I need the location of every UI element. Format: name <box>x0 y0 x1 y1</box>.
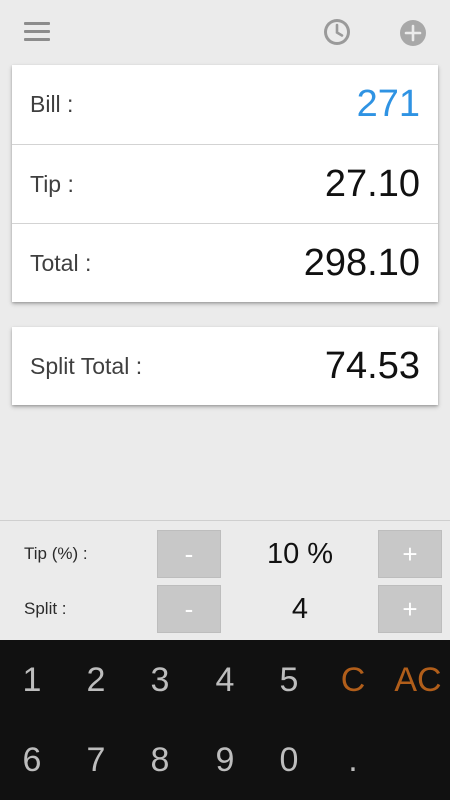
key-9[interactable]: 9 <box>193 720 257 800</box>
split-total-row: Split Total : 74.53 <box>12 327 438 405</box>
adjust-panel: Tip (%) : - 10 % + Split : - 4 + <box>0 520 450 640</box>
tip-label: Tip : <box>30 170 74 197</box>
bill-row[interactable]: Bill : 271 <box>12 65 438 144</box>
split-total-value: 74.53 <box>324 344 420 387</box>
split-count-value: 4 <box>291 592 309 625</box>
tip-increase-button[interactable]: + <box>378 530 442 578</box>
top-toolbar <box>0 0 450 64</box>
summary-card: Bill : 271 Tip : 27.10 Total : 298.10 <box>12 65 438 302</box>
key-6[interactable]: 6 <box>0 720 64 800</box>
total-value: 298.10 <box>303 241 420 284</box>
total-label: Total : <box>30 249 92 276</box>
tip-amount-value: 27.10 <box>324 162 420 205</box>
key-8[interactable]: 8 <box>128 720 192 800</box>
tip-row: Tip : 27.10 <box>12 144 438 223</box>
split-label: Split : <box>24 599 67 618</box>
key-5[interactable]: 5 <box>257 640 321 720</box>
bill-label: Bill : <box>30 91 74 117</box>
split-decrease-button[interactable]: - <box>157 585 221 633</box>
add-circle-icon[interactable] <box>398 18 428 48</box>
bill-value[interactable]: 271 <box>357 65 420 144</box>
tip-percent-value: 10 % <box>266 537 334 570</box>
history-clock-icon[interactable] <box>322 17 352 47</box>
split-total-card: Split Total : 74.53 <box>12 327 438 405</box>
key-1[interactable]: 1 <box>0 640 64 720</box>
tip-calculator-app: Bill : 271 Tip : 27.10 Total : 298.10 Sp… <box>0 0 450 800</box>
tip-decrease-button[interactable]: - <box>157 530 221 578</box>
key-clear[interactable]: C <box>321 640 385 720</box>
split-total-label: Split Total : <box>30 352 143 379</box>
numeric-keypad: 1 2 3 4 5 C AC 6 7 8 9 0 . <box>0 640 450 800</box>
key-all-clear[interactable]: AC <box>386 640 450 720</box>
menu-icon[interactable] <box>24 20 52 44</box>
split-increase-button[interactable]: + <box>378 585 442 633</box>
key-2[interactable]: 2 <box>64 640 128 720</box>
key-0[interactable]: 0 <box>257 720 321 800</box>
key-decimal-point[interactable]: . <box>321 720 385 800</box>
key-3[interactable]: 3 <box>128 640 192 720</box>
key-4[interactable]: 4 <box>193 640 257 720</box>
key-7[interactable]: 7 <box>64 720 128 800</box>
total-row: Total : 298.10 <box>12 223 438 302</box>
tip-percent-label: Tip (%) : <box>24 544 88 563</box>
